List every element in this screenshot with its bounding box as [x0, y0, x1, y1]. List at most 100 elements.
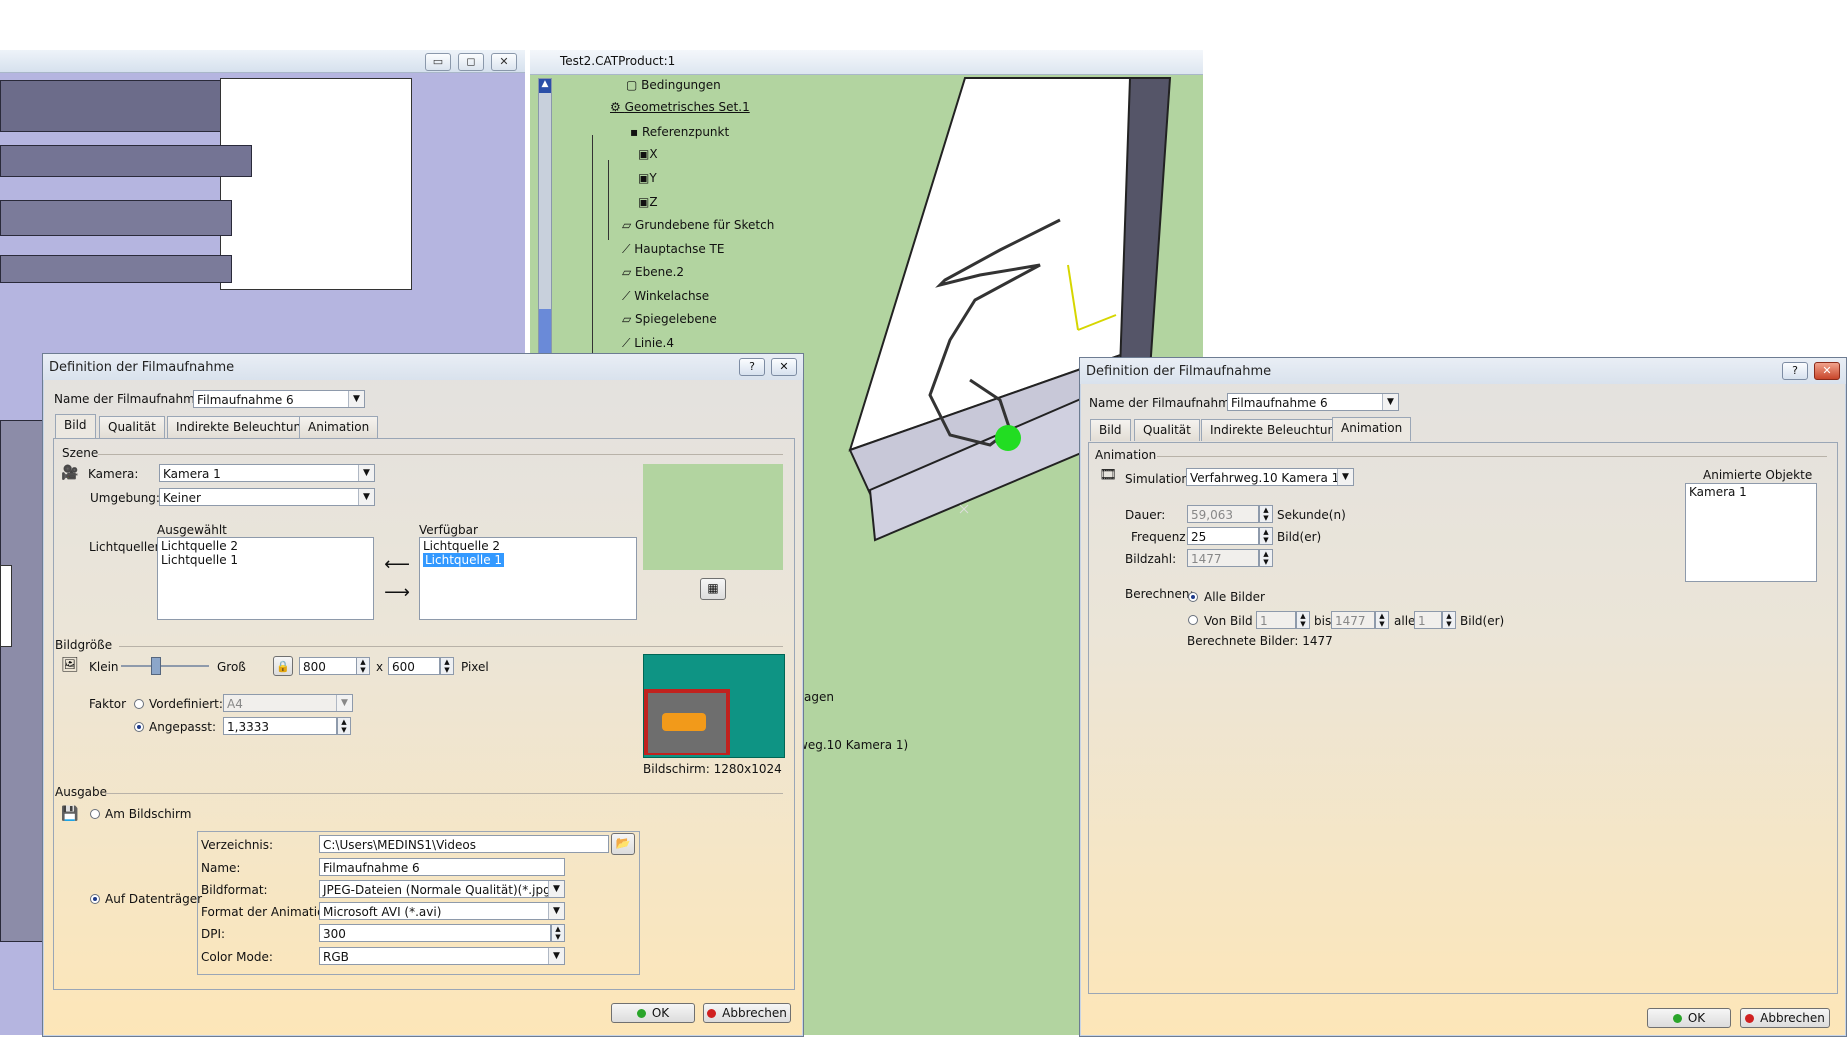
help-icon[interactable]: ? — [1782, 362, 1808, 380]
vordefiniert-combo[interactable]: A4 ▼ — [223, 694, 353, 712]
model-detail — [0, 565, 12, 647]
cancel-button[interactable]: Abbrechen — [703, 1003, 791, 1023]
screen-preview — [643, 654, 785, 758]
kamera-combo[interactable]: Kamera 1 ▼ — [159, 464, 375, 482]
list-item[interactable]: Lichtquelle 1 — [161, 553, 370, 567]
tab-qualitaet[interactable]: Qualität — [99, 416, 165, 438]
am-bildschirm-radio[interactable] — [90, 809, 100, 819]
tab-animation[interactable]: Animation — [1332, 417, 1412, 441]
von-bild-field[interactable]: 1 — [1256, 611, 1296, 629]
scene-preview — [643, 464, 783, 570]
umgebung-combo-value: Keiner — [163, 491, 201, 505]
group-divider — [119, 646, 783, 647]
frequenz-stepper[interactable]: ▲ ▼ — [1259, 527, 1273, 545]
close-icon[interactable]: ✕ — [1814, 362, 1840, 380]
dialog-title: Definition der Filmaufnahme — [1086, 364, 1272, 379]
cancel-label: Abbrechen — [722, 1006, 787, 1020]
list-item[interactable]: Lichtquelle 2 — [423, 539, 633, 553]
height-stepper[interactable]: ▲ ▼ — [440, 657, 454, 675]
list-item[interactable]: Kamera 1 — [1689, 485, 1813, 499]
format-animation-combo[interactable]: Microsoft AVI (*.avi) ▼ — [319, 902, 565, 920]
chevron-down-icon[interactable]: ▼ — [348, 391, 364, 407]
tab-indirekte-beleuchtung[interactable]: Indirekte Beleuchtung — [1201, 419, 1352, 441]
close-icon[interactable]: ✕ — [491, 53, 517, 71]
faktor-label: Faktor — [89, 697, 127, 711]
tab-bild[interactable]: Bild — [55, 414, 96, 438]
bildformat-value: JPEG-Dateien (Normale Qualität)(*.jpg) — [323, 883, 556, 897]
arrow-left-icon[interactable]: ⟵ — [380, 556, 414, 574]
dauer-field[interactable]: 59,063 — [1187, 505, 1259, 523]
simulation-combo[interactable]: Verfahrweg.10 Kamera 1 (Ve ▼ — [1186, 468, 1354, 486]
chevron-down-icon[interactable]: ▼ — [548, 948, 564, 964]
bildformat-combo[interactable]: JPEG-Dateien (Normale Qualität)(*.jpg) ▼ — [319, 880, 565, 898]
chevron-down-icon[interactable]: ▼ — [548, 903, 564, 919]
bis-stepper[interactable]: ▲ ▼ — [1375, 611, 1389, 629]
bildzahl-field[interactable]: 1477 — [1187, 549, 1259, 567]
animierte-objekte-list[interactable]: Kamera 1 — [1685, 483, 1817, 582]
bildzahl-stepper[interactable]: ▲ ▼ — [1259, 549, 1273, 567]
list-item[interactable]: Lichtquelle 2 — [161, 539, 370, 553]
size-slider-track[interactable] — [121, 665, 209, 667]
dauer-stepper[interactable]: ▲ ▼ — [1259, 505, 1273, 523]
frequenz-field[interactable]: 25 — [1187, 527, 1259, 545]
ok-button[interactable]: OK — [611, 1003, 695, 1023]
umgebung-combo[interactable]: Keiner ▼ — [159, 488, 375, 506]
dpi-field[interactable]: 300 — [319, 924, 551, 942]
help-icon[interactable]: ? — [739, 358, 765, 376]
verfuegbar-list[interactable]: Lichtquelle 2 Lichtquelle 1 — [419, 537, 637, 620]
kamera-combo-value: Kamera 1 — [163, 467, 221, 481]
list-item[interactable]: Lichtquelle 1 — [423, 553, 633, 567]
output-name-field[interactable]: Filmaufnahme 6 — [319, 858, 565, 876]
chevron-down-icon[interactable]: ▼ — [1382, 394, 1398, 410]
angepasst-radio[interactable] — [134, 722, 144, 732]
width-stepper[interactable]: ▲ ▼ — [356, 657, 370, 675]
alle-field[interactable]: 1 — [1414, 611, 1442, 629]
chevron-down-icon[interactable]: ▼ — [1337, 469, 1353, 485]
camera-icon: 🎥 — [61, 465, 79, 481]
umgebung-label: Umgebung: — [90, 491, 160, 505]
bis-field[interactable]: 1477 — [1331, 611, 1375, 629]
folder-open-icon[interactable]: 📂 — [611, 833, 635, 855]
close-icon[interactable]: ✕ — [771, 358, 797, 376]
auf-datentraeger-radio[interactable] — [90, 894, 100, 904]
dpi-stepper[interactable]: ▲ ▼ — [551, 924, 565, 942]
name-combo-value: Filmaufnahme 6 — [1231, 396, 1328, 410]
chevron-down-icon[interactable]: ▼ — [336, 695, 352, 711]
ausgewaehlt-list[interactable]: Lichtquelle 2 Lichtquelle 1 — [157, 537, 374, 620]
vordefiniert-radio[interactable] — [134, 699, 144, 709]
cancel-button[interactable]: Abbrechen — [1740, 1008, 1830, 1028]
tab-qualitaet[interactable]: Qualität — [1134, 419, 1200, 441]
tab-animation[interactable]: Animation — [299, 416, 379, 438]
ok-button[interactable]: OK — [1647, 1008, 1731, 1028]
pixel-label: Pixel — [461, 660, 489, 674]
size-slider-thumb[interactable] — [151, 657, 161, 675]
name-combo[interactable]: Filmaufnahme 6 ▼ — [193, 390, 365, 408]
arrow-right-icon[interactable]: ⟶ — [380, 584, 414, 602]
angepasst-stepper[interactable]: ▲ ▼ — [337, 717, 351, 735]
ok-dot-icon — [1672, 1014, 1682, 1023]
color-mode-combo[interactable]: RGB ▼ — [319, 947, 565, 965]
chevron-down-icon[interactable]: ▼ — [358, 465, 374, 481]
tab-indirekte-beleuchtung[interactable]: Indirekte Beleuchtung — [167, 416, 318, 438]
tab-bild[interactable]: Bild — [1090, 419, 1131, 441]
width-field[interactable]: 800 — [299, 657, 357, 675]
berechnete-bilder-label: Berechnete Bilder: 1477 — [1187, 634, 1333, 648]
maximize-icon[interactable]: ◻ — [458, 53, 484, 71]
preview-settings-icon[interactable]: ▦ — [700, 578, 726, 600]
alle-bilder-radio[interactable] — [1188, 592, 1198, 602]
minimize-icon[interactable]: ▭ — [425, 53, 451, 71]
lock-ratio-icon[interactable]: 🔒 — [273, 656, 293, 676]
chevron-down-icon[interactable]: ▼ — [548, 881, 564, 897]
group-ausgabe-label: Ausgabe — [55, 785, 108, 799]
von-bild-stepper[interactable]: ▲ ▼ — [1296, 611, 1310, 629]
angepasst-field[interactable]: 1,3333 — [223, 717, 337, 735]
cancel-dot-icon — [707, 1009, 717, 1018]
bildschirm-label: Bildschirm: 1280x1024 — [643, 762, 782, 776]
chevron-down-icon[interactable]: ▼ — [358, 489, 374, 505]
name-combo[interactable]: Filmaufnahme 6 ▼ — [1227, 393, 1399, 411]
model-slat — [0, 145, 252, 177]
alle-stepper[interactable]: ▲ ▼ — [1442, 611, 1456, 629]
height-field[interactable]: 600 — [388, 657, 440, 675]
von-bild-radio[interactable] — [1188, 615, 1198, 625]
verzeichnis-field[interactable]: C:\Users\MEDINS1\Videos — [319, 835, 609, 853]
